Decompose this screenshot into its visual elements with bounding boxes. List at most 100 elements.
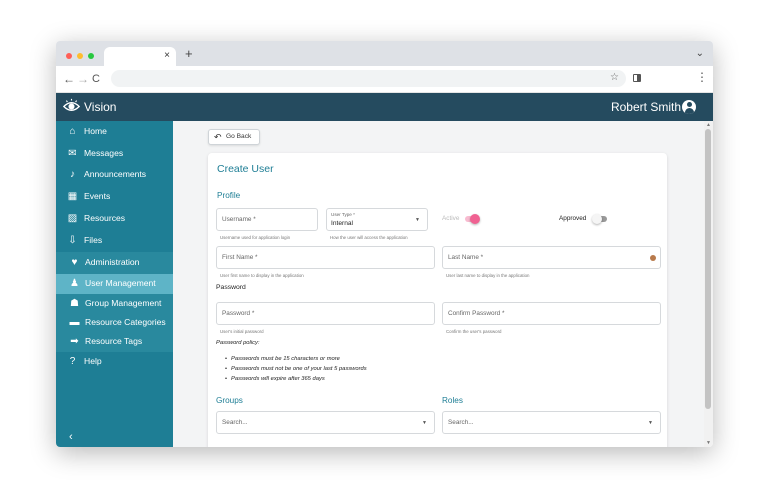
scrollbar-thumb[interactable] bbox=[705, 129, 711, 409]
user-circle-icon[interactable] bbox=[682, 100, 696, 114]
sidebar-item-label: User Management bbox=[85, 278, 156, 288]
minimize-window-button[interactable] bbox=[77, 53, 83, 59]
active-toggle[interactable] bbox=[465, 214, 480, 224]
autofill-icon bbox=[650, 255, 656, 261]
back-arrow-icon[interactable]: ← bbox=[63, 72, 75, 86]
sidebar-item-label: Group Management bbox=[85, 298, 162, 308]
shield-icon: ♥ bbox=[71, 257, 78, 268]
approved-toggle[interactable] bbox=[592, 214, 607, 224]
sidebar-item-label: Resource Tags bbox=[85, 336, 143, 346]
policy-item: Passwords must not be one of your last 5… bbox=[225, 366, 367, 373]
sidebar-item-label: Resource Categories bbox=[85, 317, 166, 327]
envelope-icon: ✉ bbox=[68, 148, 77, 159]
browser-window: × + ⌄ ← → C ☆ ⋮ Vision Robert Smith ⌂ Ho… bbox=[56, 41, 713, 447]
list-icon: ▬ bbox=[69, 317, 80, 328]
sidebar-item-user-management[interactable]: ♟ User Management bbox=[56, 274, 173, 294]
go-back-label: Go Back bbox=[226, 133, 252, 140]
sidebar-item-resource-categories[interactable]: ▬ Resource Categories bbox=[56, 313, 173, 333]
user-icon: ♟ bbox=[70, 278, 79, 289]
active-label: Active bbox=[442, 215, 460, 222]
sidebar-item-label: Messages bbox=[84, 148, 124, 158]
new-tab-button[interactable]: + bbox=[185, 47, 193, 61]
sidebar-item-group-management[interactable]: ☗ Group Management bbox=[56, 294, 173, 314]
question-icon: ? bbox=[69, 356, 76, 367]
sidebar-item-help[interactable]: ? Help bbox=[56, 352, 173, 372]
sidebar-item-label: Files bbox=[84, 235, 103, 245]
image-icon: ▨ bbox=[67, 213, 78, 224]
main-content: ↶ Go Back Create User Profile Username *… bbox=[173, 121, 704, 447]
sidebar-item-announcements[interactable]: ♪ Announcements bbox=[56, 165, 173, 185]
first-name-field[interactable]: First Name * bbox=[216, 246, 435, 269]
home-icon: ⌂ bbox=[69, 126, 76, 137]
password-section-label: Password bbox=[216, 284, 246, 291]
sidebar-item-label: Help bbox=[84, 356, 102, 366]
browser-menu-icon[interactable]: ⋮ bbox=[696, 70, 708, 84]
users-icon: ☗ bbox=[70, 298, 79, 309]
undo-arrow-icon: ↶ bbox=[214, 132, 222, 142]
sidebar-item-home[interactable]: ⌂ Home bbox=[56, 122, 173, 142]
sidebar-item-resource-tags[interactable]: ➡ Resource Tags bbox=[56, 332, 173, 352]
sidebar-item-resources[interactable]: ▨ Resources bbox=[56, 209, 173, 229]
close-window-button[interactable] bbox=[66, 53, 72, 59]
bell-icon: ♪ bbox=[70, 169, 75, 180]
page-scrollbar[interactable]: ▲ ▼ bbox=[704, 121, 713, 447]
browser-toolbar: ← → C ☆ ⋮ bbox=[56, 66, 713, 93]
app-header: Vision Robert Smith bbox=[56, 93, 713, 121]
sidebar-item-label: Events bbox=[84, 191, 111, 201]
maximize-window-button[interactable] bbox=[88, 53, 94, 59]
tab-search-chevron-icon[interactable]: ⌄ bbox=[696, 49, 704, 59]
roles-label: Roles bbox=[442, 396, 463, 405]
sidebar-item-messages[interactable]: ✉ Messages bbox=[56, 144, 173, 164]
sidebar-item-administration[interactable]: ♥ Administration bbox=[56, 253, 173, 273]
confirm-password-field[interactable]: Confirm Password * bbox=[442, 302, 661, 325]
sidebar-item-label: Administration bbox=[85, 257, 140, 267]
tag-icon: ➡ bbox=[70, 336, 79, 347]
create-user-form: Create User Profile Username * Username … bbox=[208, 153, 667, 447]
calendar-icon: ▦ bbox=[67, 191, 78, 202]
reload-icon[interactable]: C bbox=[92, 72, 100, 86]
user-type-help: How the user will access the application bbox=[330, 235, 408, 240]
confirm-password-help: Confirm the user's password bbox=[446, 329, 502, 334]
password-help: User's initial password bbox=[220, 329, 264, 334]
page-title: Create User bbox=[217, 163, 274, 175]
scroll-up-arrow-icon[interactable]: ▲ bbox=[706, 122, 711, 128]
username-help: Username used for application login bbox=[220, 235, 291, 240]
username-field[interactable]: Username * bbox=[216, 208, 318, 231]
profile-section-label: Profile bbox=[217, 191, 241, 200]
sidebar-item-label: Resources bbox=[84, 213, 126, 223]
collapse-sidebar-icon[interactable]: ‹ bbox=[69, 432, 73, 443]
roles-search[interactable]: Search... ▼ bbox=[442, 411, 661, 434]
close-tab-icon[interactable]: × bbox=[164, 50, 170, 62]
sidebar-item-label: Announcements bbox=[84, 169, 147, 179]
tab-bar: × + ⌄ bbox=[56, 41, 713, 66]
scroll-down-arrow-icon[interactable]: ▼ bbox=[706, 440, 711, 446]
chevron-down-icon: ▼ bbox=[422, 420, 427, 426]
bookmark-star-icon[interactable]: ☆ bbox=[610, 71, 619, 85]
address-bar[interactable]: ☆ bbox=[111, 70, 626, 87]
forward-arrow-icon[interactable]: → bbox=[77, 72, 89, 86]
browser-tab[interactable]: × bbox=[104, 47, 176, 66]
last-name-help: User last name to display in the applica… bbox=[446, 273, 530, 278]
groups-search[interactable]: Search... ▼ bbox=[216, 411, 435, 434]
sidebar-item-label: Home bbox=[84, 126, 107, 136]
password-field[interactable]: Password * bbox=[216, 302, 435, 325]
go-back-button[interactable]: ↶ Go Back bbox=[208, 129, 260, 145]
approved-label: Approved bbox=[559, 215, 587, 222]
sidebar-item-files[interactable]: ⇩ Files bbox=[56, 231, 173, 251]
first-name-help: User first name to display in the applic… bbox=[220, 273, 304, 278]
groups-label: Groups bbox=[216, 396, 243, 405]
policy-item: Passwords must be 15 characters or more bbox=[225, 356, 340, 363]
chevron-down-icon: ▼ bbox=[415, 217, 420, 223]
user-type-select[interactable]: User Type * Internal ▼ bbox=[326, 208, 428, 231]
policy-item: Passwords will expire after 365 days bbox=[225, 376, 325, 383]
sidebar: ⌂ Home ✉ Messages ♪ Announcements ▦ Even… bbox=[56, 121, 173, 447]
last-name-field[interactable]: Last Name * bbox=[442, 246, 661, 269]
sidebar-item-events[interactable]: ▦ Events bbox=[56, 187, 173, 207]
download-icon: ⇩ bbox=[68, 235, 77, 246]
side-panel-icon[interactable] bbox=[633, 74, 641, 82]
chevron-down-icon: ▼ bbox=[648, 420, 653, 426]
app-name: Vision bbox=[84, 100, 117, 114]
eye-icon bbox=[63, 98, 80, 111]
user-name[interactable]: Robert Smith bbox=[611, 100, 681, 114]
password-policy-title: Password policy: bbox=[216, 340, 260, 346]
